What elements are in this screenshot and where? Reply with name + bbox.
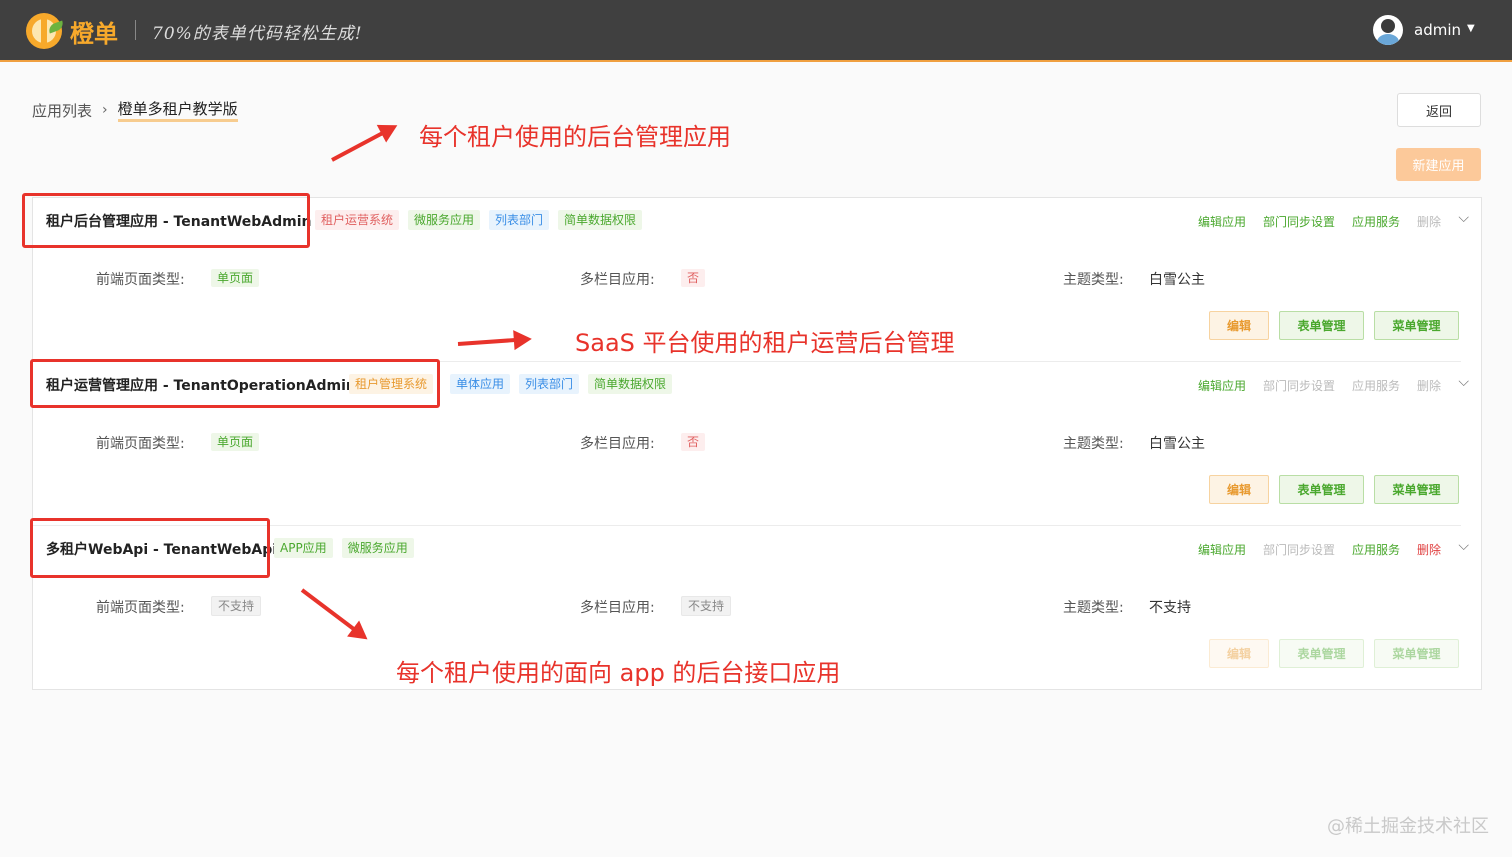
app-actions: 编辑应用 部门同步设置 应用服务 删除 bbox=[1198, 377, 1441, 394]
tag: 微服务应用 bbox=[341, 538, 414, 558]
theme-label: 主题类型: bbox=[1063, 272, 1124, 288]
new-app-button[interactable]: 新建应用 bbox=[1396, 148, 1481, 181]
chevron-right-icon: › bbox=[102, 102, 108, 118]
multi-column-label: 多栏目应用: bbox=[580, 272, 655, 288]
app-list-panel: 租户后台管理应用 - TenantWebAdmin 租户运营系统 微服务应用 列… bbox=[32, 197, 1482, 690]
multi-column-value: 不支持 bbox=[681, 595, 732, 616]
theme-value: 白雪公主 bbox=[1149, 436, 1205, 452]
dept-sync-link[interactable]: 部门同步设置 bbox=[1263, 377, 1335, 394]
brand-name: 橙单 bbox=[70, 20, 118, 48]
tag: 列表部门 bbox=[489, 210, 550, 230]
highlight-box bbox=[22, 193, 310, 248]
theme-label: 主题类型: bbox=[1063, 436, 1124, 452]
menu-manage-button[interactable]: 菜单管理 bbox=[1374, 475, 1459, 504]
app-service-link[interactable]: 应用服务 bbox=[1352, 213, 1400, 230]
edit-button[interactable]: 编辑 bbox=[1209, 475, 1269, 504]
watermark: @稀土掘金技术社区 bbox=[1327, 816, 1489, 837]
breadcrumb-current: 橙单多租户教学版 bbox=[117, 98, 238, 122]
tag: 列表部门 bbox=[519, 374, 580, 394]
app-service-link[interactable]: 应用服务 bbox=[1352, 377, 1400, 394]
brand-slogan: 70%的表单代码轻松生成! bbox=[152, 24, 363, 44]
app-tags: APP应用 微服务应用 bbox=[274, 538, 414, 558]
user-avatar[interactable] bbox=[1373, 15, 1403, 45]
edit-button[interactable]: 编辑 bbox=[1209, 311, 1269, 340]
menu-manage-button[interactable]: 菜单管理 bbox=[1374, 639, 1459, 668]
theme-value: 不支持 bbox=[1149, 600, 1191, 616]
delete-link[interactable]: 删除 bbox=[1417, 377, 1441, 394]
user-menu[interactable]: admin bbox=[1414, 21, 1461, 39]
theme-value: 白雪公主 bbox=[1149, 272, 1205, 288]
tag: 单页面 bbox=[211, 433, 260, 451]
menu-manage-button[interactable]: 菜单管理 bbox=[1374, 311, 1459, 340]
tag: 不支持 bbox=[681, 596, 732, 616]
app-tags: 租户运营系统 微服务应用 列表部门 简单数据权限 bbox=[315, 210, 643, 230]
highlight-box bbox=[30, 359, 440, 408]
page-type-value: 不支持 bbox=[211, 595, 262, 616]
caret-down-icon[interactable]: ▼ bbox=[1467, 23, 1475, 34]
dept-sync-link[interactable]: 部门同步设置 bbox=[1263, 213, 1335, 230]
breadcrumb-root[interactable]: 应用列表 bbox=[32, 100, 92, 121]
annotation-text: 每个租户使用的面向 app 的后台接口应用 bbox=[396, 659, 841, 687]
edit-app-link[interactable]: 编辑应用 bbox=[1198, 541, 1246, 558]
page-type-value: 单页面 bbox=[211, 267, 260, 287]
page-type-label: 前端页面类型: bbox=[96, 600, 185, 616]
form-manage-button[interactable]: 表单管理 bbox=[1279, 311, 1364, 340]
chevron-down-icon[interactable]: ⌵ bbox=[1458, 374, 1469, 390]
form-manage-button[interactable]: 表单管理 bbox=[1279, 639, 1364, 668]
chevron-down-icon[interactable]: ⌵ bbox=[1458, 538, 1469, 554]
page-type-label: 前端页面类型: bbox=[96, 436, 185, 452]
delete-link[interactable]: 删除 bbox=[1417, 541, 1441, 558]
chevron-down-icon[interactable]: ⌵ bbox=[1458, 210, 1469, 226]
edit-app-link[interactable]: 编辑应用 bbox=[1198, 377, 1246, 394]
app-actions: 编辑应用 部门同步设置 应用服务 删除 bbox=[1198, 541, 1441, 558]
tag: 单页面 bbox=[211, 269, 260, 287]
tag: 简单数据权限 bbox=[558, 210, 643, 230]
multi-column-label: 多栏目应用: bbox=[580, 600, 655, 616]
tag: 否 bbox=[681, 269, 706, 287]
page-type-label: 前端页面类型: bbox=[96, 272, 185, 288]
tag: 单体应用 bbox=[450, 374, 511, 394]
orange-logo-icon bbox=[26, 13, 65, 49]
tag: 否 bbox=[681, 433, 706, 451]
breadcrumb: 应用列表 › 橙单多租户教学版 bbox=[32, 98, 238, 122]
highlight-box bbox=[30, 518, 270, 578]
tag: 租户运营系统 bbox=[315, 210, 400, 230]
tag: 不支持 bbox=[211, 596, 262, 616]
tag: 微服务应用 bbox=[408, 210, 481, 230]
multi-column-value: 否 bbox=[681, 267, 706, 287]
back-button[interactable]: 返回 bbox=[1397, 93, 1481, 127]
form-manage-button[interactable]: 表单管理 bbox=[1279, 475, 1364, 504]
annotation-text: SaaS 平台使用的租户运营后台管理 bbox=[575, 329, 955, 357]
arrow-icon bbox=[331, 125, 395, 162]
delete-link[interactable]: 删除 bbox=[1417, 213, 1441, 230]
edit-button[interactable]: 编辑 bbox=[1209, 639, 1269, 668]
multi-column-label: 多栏目应用: bbox=[580, 436, 655, 452]
annotation-text: 每个租户使用的后台管理应用 bbox=[419, 123, 731, 151]
top-bar: 橙单 70%的表单代码轻松生成! admin ▼ bbox=[0, 0, 1512, 62]
multi-column-value: 否 bbox=[681, 431, 706, 451]
tag: APP应用 bbox=[274, 538, 333, 558]
app-actions: 编辑应用 部门同步设置 应用服务 删除 bbox=[1198, 213, 1441, 230]
page-type-value: 单页面 bbox=[211, 431, 260, 451]
tag: 简单数据权限 bbox=[588, 374, 673, 394]
theme-label: 主题类型: bbox=[1063, 600, 1124, 616]
brand-divider bbox=[135, 20, 136, 40]
dept-sync-link[interactable]: 部门同步设置 bbox=[1263, 541, 1335, 558]
app-service-link[interactable]: 应用服务 bbox=[1352, 541, 1400, 558]
edit-app-link[interactable]: 编辑应用 bbox=[1198, 213, 1246, 230]
